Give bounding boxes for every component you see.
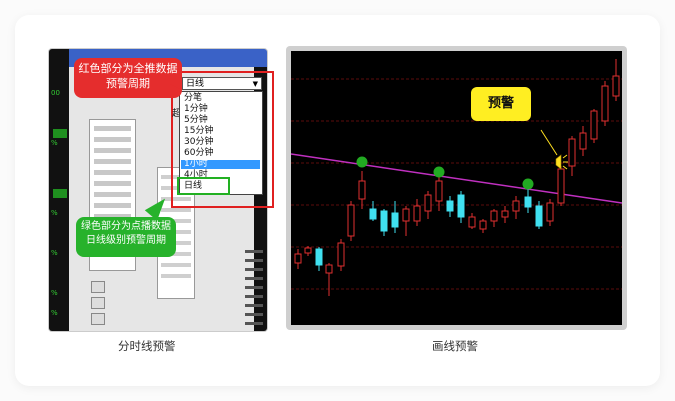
candlestick-chart — [291, 51, 622, 325]
candle-body — [402, 208, 410, 222]
candle-body — [568, 138, 576, 167]
alert-label: 预警 — [471, 87, 531, 121]
chart-background — [291, 51, 622, 325]
candle-body — [512, 200, 520, 212]
candle-body — [501, 210, 509, 218]
small-button[interactable] — [91, 313, 105, 325]
candle-body — [579, 132, 587, 150]
period-dropdown[interactable]: 日线 ▼ — [182, 77, 262, 90]
dropdown-option[interactable]: 5分钟 — [184, 116, 208, 125]
value-column — [245, 244, 263, 331]
alert-label-text: 预警 — [487, 96, 514, 111]
red-annotation-bubble: 红色部分为全推数据预警周期 — [74, 58, 182, 98]
candle-body — [479, 220, 487, 230]
candle-body — [490, 210, 498, 222]
green-dot-marker-icon — [433, 166, 445, 178]
dropdown-value: 日线 — [186, 79, 205, 89]
candle-body — [294, 253, 302, 264]
chevron-down-icon: ▼ — [252, 80, 258, 88]
green-row-indicator — [53, 129, 67, 138]
green-annotation-text: 绿色部分为点播数据日线级别预警周期 — [81, 221, 171, 246]
dropdown-option[interactable]: 1分钟 — [184, 105, 208, 114]
small-button[interactable] — [91, 297, 105, 309]
candle-body — [435, 180, 443, 202]
candle-body — [380, 210, 388, 232]
candle-body — [358, 180, 366, 200]
green-highlight-box — [177, 177, 230, 195]
candle-body — [369, 208, 377, 220]
candle-body — [325, 264, 333, 274]
green-dot-marker-icon — [356, 156, 368, 168]
candle-body — [337, 242, 345, 267]
red-callout-pointer — [170, 84, 182, 96]
candle-body — [347, 204, 355, 237]
candle-body — [457, 194, 465, 218]
left-caption: 分时线预警 — [118, 339, 176, 353]
candle-body — [612, 75, 620, 97]
candle-body — [590, 110, 598, 140]
candle-body — [391, 212, 399, 228]
dropdown-option-selected[interactable]: 1小时 — [181, 160, 260, 169]
candle-body — [468, 216, 476, 228]
candle-body — [315, 248, 323, 266]
right-caption: 画线预警 — [432, 339, 478, 353]
candle-body — [524, 196, 532, 208]
dropdown-option[interactable]: 15分钟 — [184, 127, 213, 136]
candle-body — [601, 85, 609, 122]
green-row-indicator — [53, 189, 67, 198]
candle-body — [546, 202, 554, 222]
candle-body — [304, 247, 312, 254]
candle-body — [424, 194, 432, 212]
candle-body — [557, 168, 565, 204]
green-annotation-bubble: 绿色部分为点播数据日线级别预警周期 — [76, 217, 176, 257]
candle-body — [413, 205, 421, 222]
small-button[interactable] — [91, 281, 105, 293]
green-dot-marker-icon — [522, 178, 534, 190]
red-annotation-text: 红色部分为全推数据预警周期 — [78, 62, 178, 90]
candle-body — [535, 205, 543, 227]
dropdown-option[interactable]: 30分钟 — [184, 138, 213, 147]
candle-body — [446, 200, 454, 212]
dropdown-option[interactable]: 60分钟 — [184, 149, 213, 158]
dropdown-option[interactable]: 分笔 — [184, 94, 202, 103]
